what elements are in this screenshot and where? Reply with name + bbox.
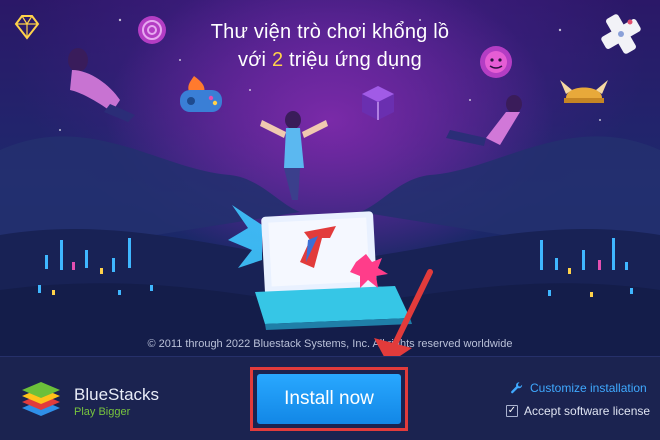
headline-number: 2 [271,49,284,71]
wrench-icon [511,382,523,394]
headline-pre: với [238,49,267,71]
customize-installation-label: Customize installation [530,381,647,395]
accept-license-label: Accept software license [524,404,651,418]
copyright-text: © 2011 through 2022 Bluestack Systems, I… [147,338,513,350]
brand-block: BlueStacks Play Bigger [74,385,159,418]
install-now-button[interactable]: Install now [257,374,401,424]
headline-line-1: Thư viện trò chơi khổng lồ [210,21,450,43]
brand-tagline: Play Bigger [74,406,131,418]
install-highlight-box: Install now [250,367,408,431]
headline-post: triệu ứng dụng [289,49,422,71]
customize-installation-link[interactable]: Customize installation [510,381,647,395]
accept-license-checkbox[interactable]: ✓ [506,405,518,417]
bluestacks-logo-icon [22,382,60,416]
red-arrow-icon [374,269,433,356]
headline-line-2: với 2 triệu ứng dụng [0,46,660,74]
hero-headline: Thư viện trò chơi khổng lồ với 2 triệu ứ… [0,18,660,74]
brand-name: BlueStacks [74,385,160,404]
installer-footer: BlueStacks Play Bigger Install now Custo… [0,356,660,440]
hero-banner: Thư viện trò chơi khổng lồ với 2 triệu ứ… [0,0,660,356]
accept-license-row: ✓ Accept software license [506,404,650,418]
